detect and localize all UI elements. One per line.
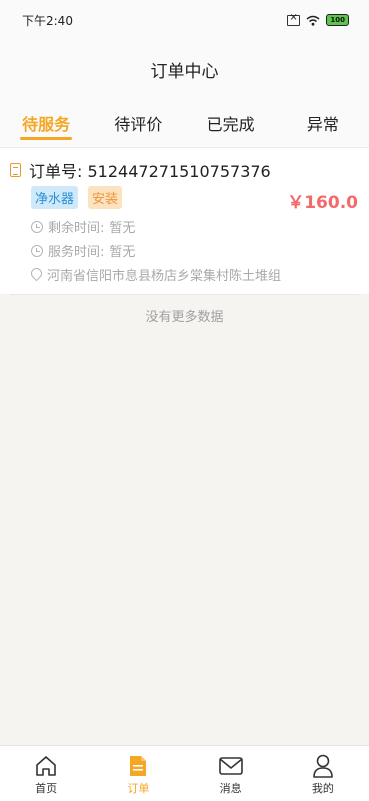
tab-pending-service[interactable]: 待服务 bbox=[0, 98, 92, 147]
order-number-label: 订单号: bbox=[29, 162, 83, 181]
page-title: 订单中心 bbox=[150, 61, 219, 82]
tag-service-type: 安装 bbox=[88, 186, 123, 209]
clock-icon bbox=[31, 244, 43, 257]
home-icon bbox=[31, 753, 61, 779]
order-card[interactable]: 订单号: 512447271510757376 净水器 安装 ￥160.0 剩余… bbox=[0, 148, 369, 294]
order-icon bbox=[123, 753, 153, 779]
no-sim-icon bbox=[287, 12, 301, 26]
remaining-time-row: 剩余时间: 暂无 bbox=[31, 217, 135, 236]
clock-icon bbox=[31, 220, 43, 233]
nav-profile[interactable]: 我的 bbox=[277, 746, 369, 801]
order-tags: 净水器 安装 bbox=[31, 186, 123, 209]
tag-product: 净水器 bbox=[31, 186, 79, 209]
battery-icon: 100 bbox=[326, 14, 349, 26]
order-doc-icon bbox=[10, 163, 21, 177]
service-time-row: 服务时间: 暂无 bbox=[31, 241, 135, 260]
nav-messages[interactable]: 消息 bbox=[185, 746, 277, 801]
tab-pending-review[interactable]: 待评价 bbox=[92, 98, 184, 147]
list-end-text: 没有更多数据 bbox=[145, 310, 224, 325]
tab-completed[interactable]: 已完成 bbox=[185, 98, 277, 147]
user-icon bbox=[308, 753, 338, 779]
page-title-bar: 订单中心 bbox=[0, 40, 369, 98]
order-number: 512447271510757376 bbox=[87, 162, 271, 181]
status-time: 下午2:40 bbox=[22, 13, 73, 28]
status-icons: 100 bbox=[287, 12, 349, 26]
location-pin-icon bbox=[28, 265, 45, 282]
status-bar: 下午2:40 100 bbox=[0, 0, 369, 40]
tab-exception[interactable]: 异常 bbox=[277, 98, 369, 147]
nav-orders[interactable]: 订单 bbox=[92, 746, 184, 801]
order-number-row: 订单号: 512447271510757376 bbox=[10, 158, 271, 182]
order-tabs: 待服务 待评价 已完成 异常 bbox=[0, 98, 369, 148]
service-time-label: 服务时间: bbox=[48, 245, 105, 260]
address-row: 河南省信阳市息县杨店乡棠集村陈土堆组 bbox=[28, 265, 282, 284]
mail-icon bbox=[216, 753, 246, 779]
service-time-value: 暂无 bbox=[109, 245, 136, 260]
nav-home[interactable]: 首页 bbox=[0, 746, 92, 801]
order-price: ￥160.0 bbox=[287, 193, 358, 213]
remaining-time-value: 暂无 bbox=[109, 221, 136, 236]
wifi-icon bbox=[306, 15, 320, 26]
order-address: 河南省信阳市息县杨店乡棠集村陈土堆组 bbox=[47, 269, 282, 284]
bottom-nav: 首页 订单 消息 我的 bbox=[0, 745, 369, 801]
divider bbox=[10, 294, 359, 295]
remaining-time-label: 剩余时间: bbox=[48, 221, 105, 236]
